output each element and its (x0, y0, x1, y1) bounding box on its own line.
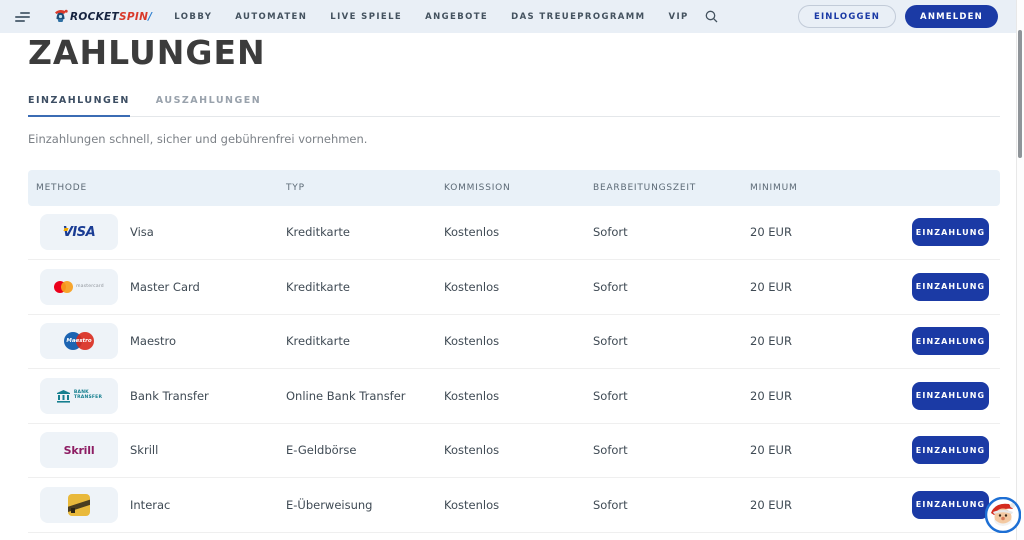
method-typ: E-Überweisung (286, 498, 444, 512)
method-kommission: Kostenlos (444, 389, 593, 403)
main-nav: LOBBY AUTOMATEN LIVE SPIELE ANGEBOTE DAS… (174, 12, 688, 22)
deposit-button-maestro[interactable]: EINZAHLUNG (912, 327, 989, 355)
method-kommission: Kostenlos (444, 443, 593, 457)
table-row-interac: Interac E-Überweisung Kostenlos Sofort 2… (28, 478, 1000, 533)
table-row-maestro: Maestro Maestro Kreditkarte Kostenlos So… (28, 315, 1000, 370)
rocketspin-logo[interactable]: ROCKETSPIN/ (53, 8, 152, 26)
deposit-button-visa[interactable]: EINZAHLUNG (912, 218, 989, 246)
search-icon[interactable] (705, 10, 718, 23)
scrollbar-track[interactable] (1016, 0, 1024, 540)
mastercard-logo: mastercard (40, 269, 118, 305)
method-typ: E-Geldbörse (286, 443, 444, 457)
top-navigation-bar: ROCKETSPIN/ LOBBY AUTOMATEN LIVE SPIELE … (0, 0, 1016, 33)
nav-item-automaten[interactable]: AUTOMATEN (235, 12, 307, 22)
method-typ: Kreditkarte (286, 334, 444, 348)
nav-item-angebote[interactable]: ANGEBOTE (425, 12, 488, 22)
visa-logo: VISA (40, 214, 118, 250)
table-header-row: METHODE TYP KOMMISSION BEARBEITUNGSZEIT … (28, 170, 1000, 206)
column-header-typ: TYP (286, 183, 444, 193)
method-name: Maestro (130, 334, 286, 348)
bank-transfer-logo: BANKTRANSFER (40, 378, 118, 414)
nav-item-live-spiele[interactable]: LIVE SPIELE (330, 12, 402, 22)
deposit-button-interac[interactable]: EINZAHLUNG (912, 491, 989, 519)
method-minimum: 20 EUR (750, 389, 912, 403)
table-row-skrill: Skrill Skrill E-Geldbörse Kostenlos Sofo… (28, 424, 1000, 479)
method-minimum: 20 EUR (750, 443, 912, 457)
rocket-santa-icon (53, 8, 68, 26)
method-name: Skrill (130, 443, 286, 457)
method-kommission: Kostenlos (444, 498, 593, 512)
skrill-logo: Skrill (40, 432, 118, 468)
method-minimum: 20 EUR (750, 280, 912, 294)
maestro-logo: Maestro (40, 323, 118, 359)
table-row-bank-transfer: BANKTRANSFER Bank Transfer Online Bank T… (28, 369, 1000, 424)
scrollbar-thumb[interactable] (1018, 30, 1022, 158)
method-minimum: 20 EUR (750, 498, 912, 512)
method-name: Visa (130, 225, 286, 239)
table-row-mastercard: mastercard Master Card Kreditkarte Koste… (28, 260, 1000, 315)
signup-button[interactable]: ANMELDEN (905, 5, 998, 28)
column-header-kommission: KOMMISSION (444, 183, 593, 193)
column-header-minimum: MINIMUM (750, 183, 1000, 193)
method-bearbeitungszeit: Sofort (593, 443, 750, 457)
method-name: Master Card (130, 280, 286, 294)
nav-item-vip[interactable]: VIP (669, 12, 689, 22)
payments-tabs: EINZAHLUNGEN AUSZAHLUNGEN (28, 95, 1000, 117)
tab-auszahlungen[interactable]: AUSZAHLUNGEN (156, 95, 261, 116)
payments-page: ZAHLUNGEN EINZAHLUNGEN AUSZAHLUNGEN Einz… (28, 33, 1000, 533)
method-name: Interac (130, 498, 286, 512)
method-typ: Online Bank Transfer (286, 389, 444, 403)
login-button[interactable]: EINLOGGEN (798, 5, 896, 28)
nav-item-lobby[interactable]: LOBBY (174, 12, 212, 22)
method-minimum: 20 EUR (750, 334, 912, 348)
payment-methods-table: METHODE TYP KOMMISSION BEARBEITUNGSZEIT … (28, 170, 1000, 533)
method-typ: Kreditkarte (286, 280, 444, 294)
santa-chat-widget-icon[interactable] (985, 497, 1021, 533)
method-minimum: 20 EUR (750, 225, 912, 239)
method-kommission: Kostenlos (444, 280, 593, 294)
method-kommission: Kostenlos (444, 225, 593, 239)
method-bearbeitungszeit: Sofort (593, 334, 750, 348)
deposit-button-skrill[interactable]: EINZAHLUNG (912, 436, 989, 464)
nav-item-treueprogramm[interactable]: DAS TREUEPROGRAMM (511, 12, 645, 22)
hamburger-menu-icon[interactable] (15, 10, 33, 24)
logo-wordmark: ROCKETSPIN/ (70, 11, 152, 23)
column-header-bearbeitungszeit: BEARBEITUNGSZEIT (593, 183, 750, 193)
method-kommission: Kostenlos (444, 334, 593, 348)
page-title: ZAHLUNGEN (28, 36, 1000, 71)
table-row-visa: VISA Visa Kreditkarte Kostenlos Sofort 2… (28, 206, 1000, 261)
page-description: Einzahlungen schnell, sicher und gebühre… (28, 132, 1000, 146)
deposit-button-bank-transfer[interactable]: EINZAHLUNG (912, 382, 989, 410)
method-typ: Kreditkarte (286, 225, 444, 239)
method-bearbeitungszeit: Sofort (593, 389, 750, 403)
tab-einzahlungen[interactable]: EINZAHLUNGEN (28, 95, 130, 117)
deposit-button-mastercard[interactable]: EINZAHLUNG (912, 273, 989, 301)
method-bearbeitungszeit: Sofort (593, 225, 750, 239)
interac-logo (40, 487, 118, 523)
method-bearbeitungszeit: Sofort (593, 280, 750, 294)
bank-building-icon (56, 389, 71, 403)
column-header-methode: METHODE (36, 183, 286, 193)
method-bearbeitungszeit: Sofort (593, 498, 750, 512)
method-name: Bank Transfer (130, 389, 286, 403)
